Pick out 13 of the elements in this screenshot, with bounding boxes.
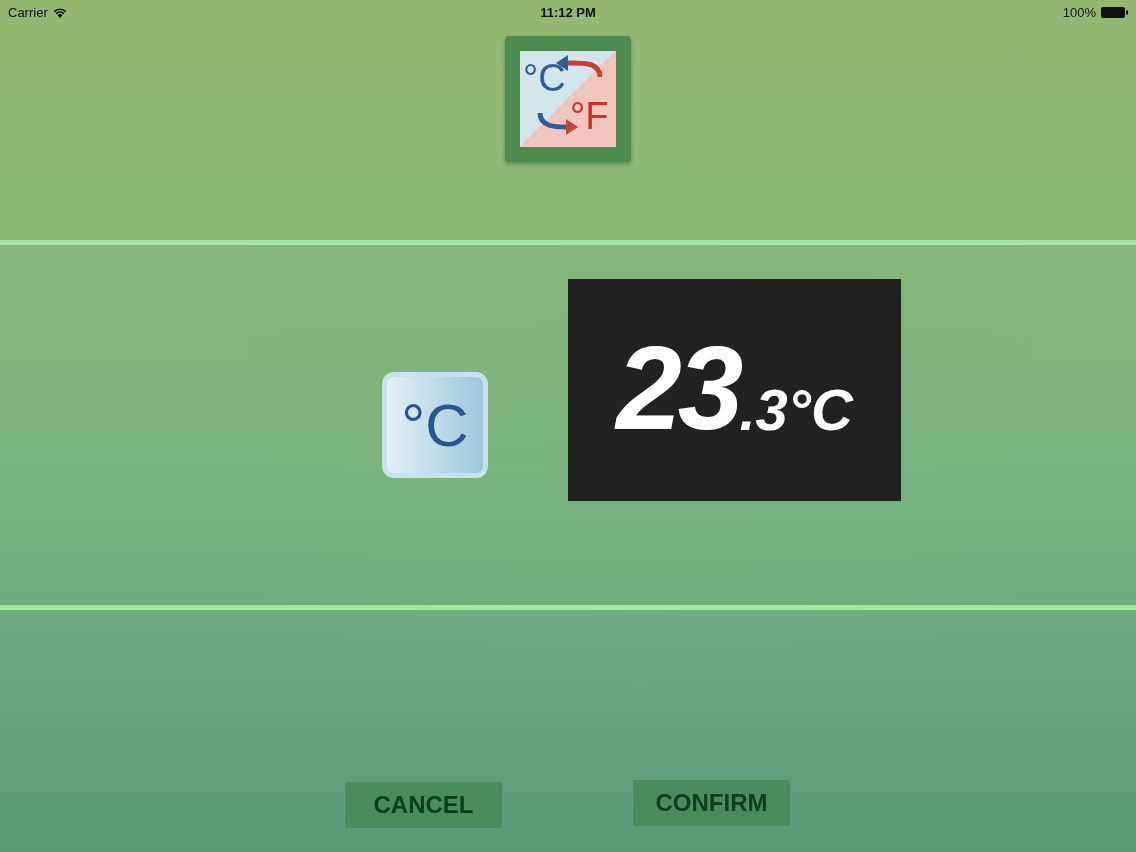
carrier-label: Carrier [8, 4, 48, 20]
clock-time: 11:12 PM [540, 4, 596, 20]
celsius-symbol: °C [523, 59, 566, 97]
wifi-icon [52, 6, 67, 18]
cancel-button[interactable]: CANCEL [345, 782, 502, 828]
battery-percentage: 100% [1062, 4, 1096, 20]
unit-toggle-button[interactable]: °C [382, 372, 488, 478]
temperature-integer: 23 [616, 329, 740, 447]
fahrenheit-symbol: °F [570, 97, 609, 135]
temperature-fraction: .3°C [739, 381, 853, 439]
conversion-app-icon[interactable]: °C °F [505, 36, 631, 162]
confirm-button[interactable]: CONFIRM [633, 780, 790, 826]
battery-icon [1101, 6, 1128, 18]
